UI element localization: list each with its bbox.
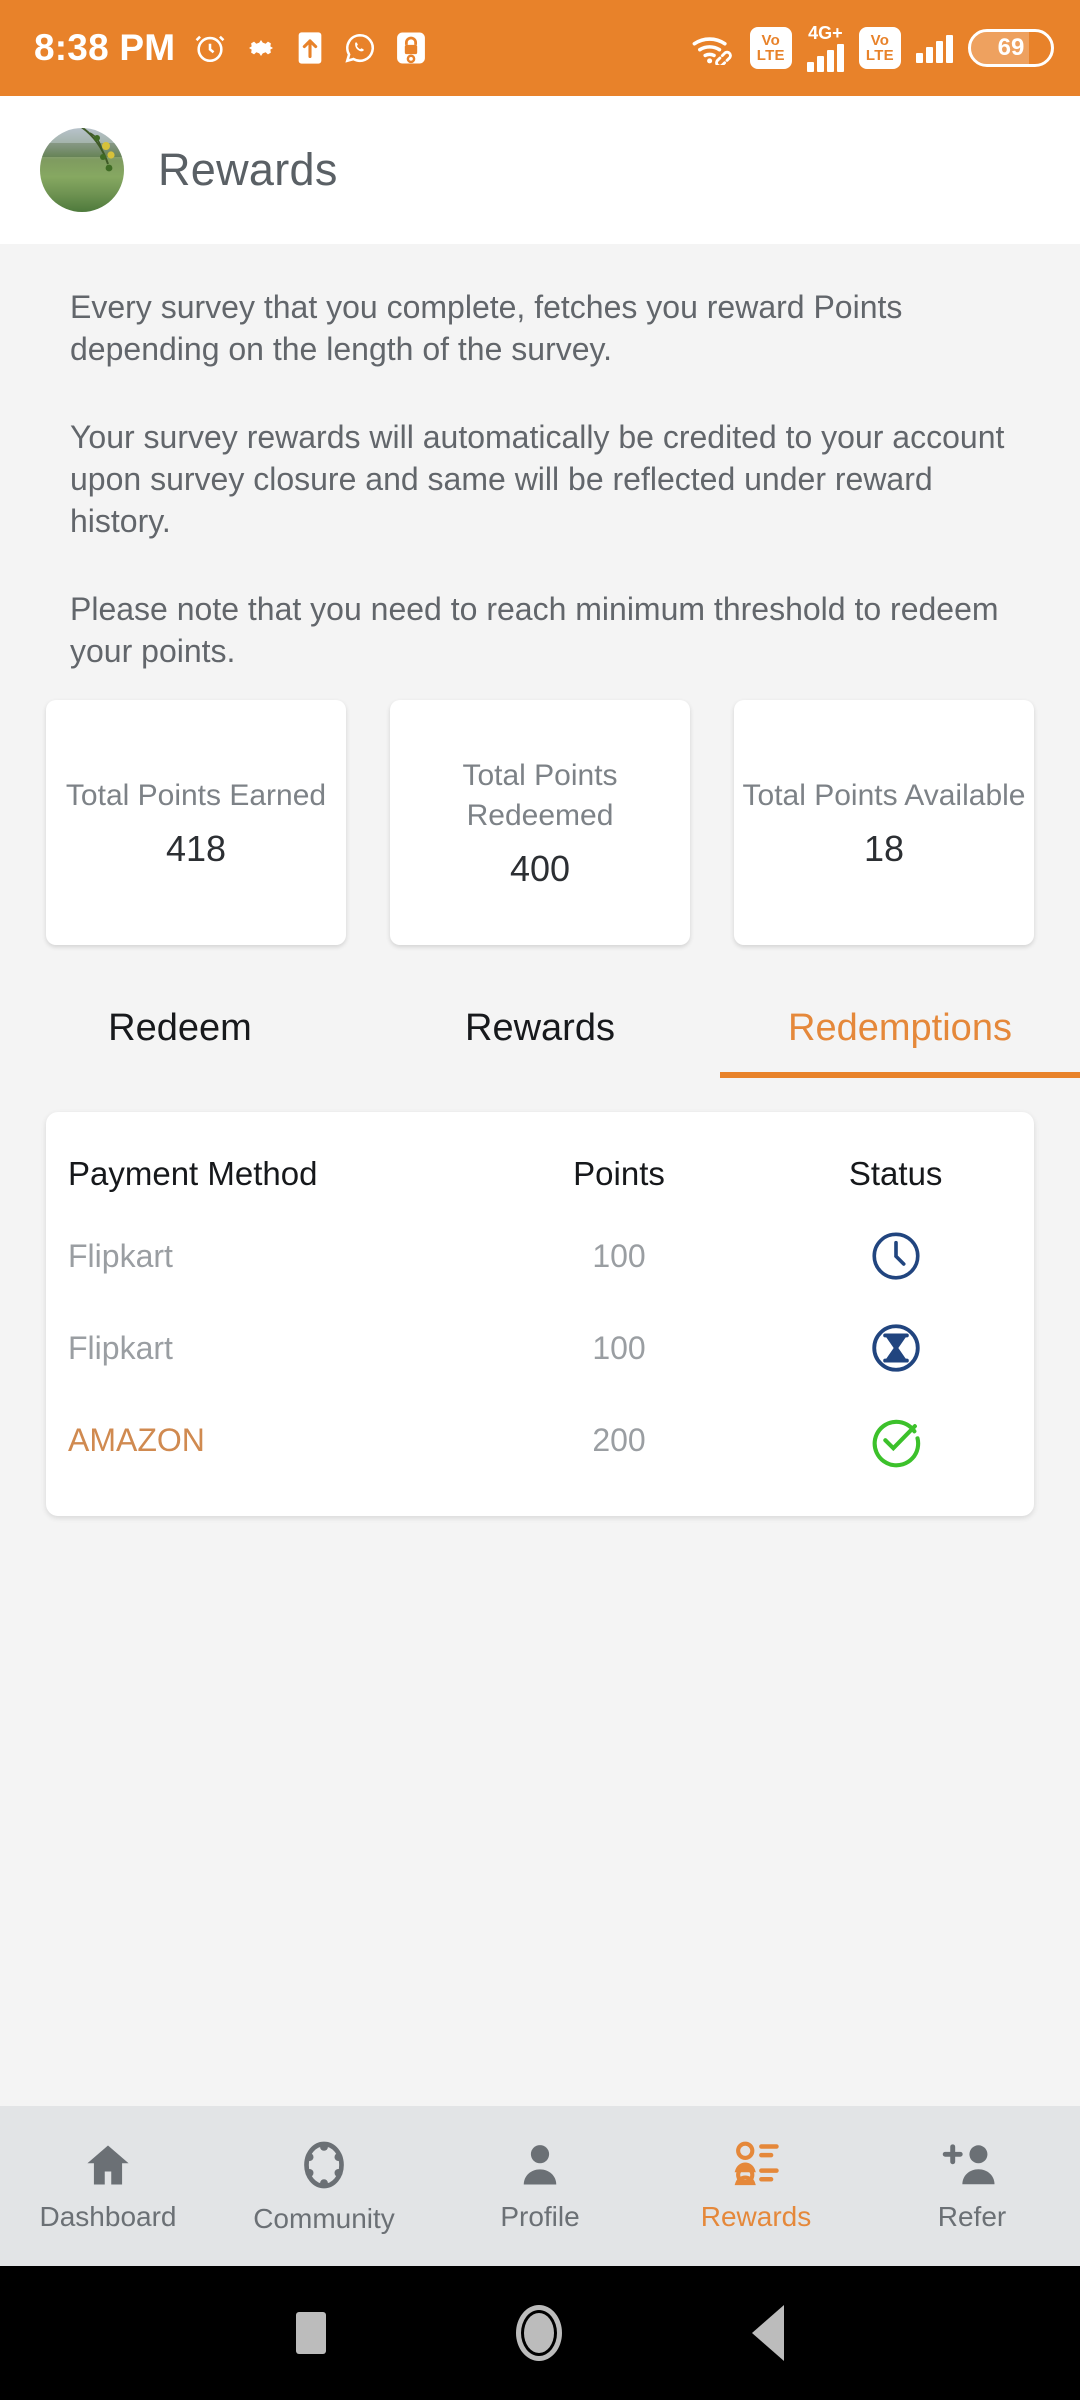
- stat-label: Total Points Available: [742, 778, 1026, 812]
- gear-icon: [245, 32, 277, 64]
- nav-item-dashboard[interactable]: Dashboard: [0, 2139, 216, 2233]
- table-row[interactable]: Flipkart 100: [46, 1302, 1034, 1394]
- volte-badge-1: Vo LTE: [749, 27, 792, 69]
- stats-card-row: Total Points Earned 418 Total Points Red…: [0, 672, 1080, 945]
- community-icon: [304, 2141, 344, 2189]
- whatsapp-icon: [343, 31, 377, 65]
- signal-bars-1: [806, 42, 844, 72]
- upload-icon: [295, 31, 325, 65]
- cell-points: 200: [592, 1421, 646, 1458]
- app-lock-icon: [395, 31, 427, 65]
- person-add-icon: [942, 2144, 995, 2185]
- stat-value: 18: [863, 827, 905, 869]
- alarm-icon: [193, 31, 227, 65]
- status-bar-left: 8:38 PM: [34, 27, 427, 69]
- clock-icon: [757, 1227, 1034, 1285]
- volte-badge-2: Vo LTE: [858, 27, 901, 69]
- hourglass-icon: [757, 1319, 1034, 1377]
- nav-label: Refer: [937, 2201, 1007, 2232]
- stat-value: 400: [509, 847, 571, 889]
- nav-item-rewards[interactable]: Rewards: [648, 2139, 864, 2233]
- home-icon: [87, 2145, 129, 2185]
- stat-card-points-redeemed: Total Points Redeemed 400: [390, 700, 690, 945]
- cell-points: 100: [592, 1329, 646, 1366]
- stat-card-points-available: Total Points Available 18: [734, 700, 1034, 945]
- stat-label: Total Points Earned: [65, 778, 327, 812]
- nav-label: Profile: [500, 2201, 580, 2232]
- app-bar: Rewards: [0, 96, 1080, 244]
- battery-percent-label: 69: [997, 34, 1025, 61]
- nav-label: Community: [253, 2203, 395, 2234]
- stat-card-points-earned: Total Points Earned 418: [46, 700, 346, 945]
- table-row[interactable]: Flipkart 100: [46, 1210, 1034, 1302]
- recents-square-icon[interactable]: [296, 2312, 326, 2354]
- nav-item-community[interactable]: Community: [216, 2137, 432, 2235]
- table-row[interactable]: AMAZON 200: [46, 1394, 1034, 1486]
- wifi-icon: [691, 31, 735, 65]
- column-header-status: Status: [848, 1155, 943, 1192]
- column-header-payment-method: Payment Method: [68, 1155, 318, 1192]
- intro-paragraph-2: Your survey rewards will automatically b…: [70, 419, 1005, 539]
- cell-points: 100: [592, 1237, 646, 1274]
- avatar-branch-detail: [81, 128, 115, 172]
- signal-bars-2: [916, 33, 953, 63]
- stat-label: Total Points Redeemed: [462, 758, 618, 832]
- status-time: 8:38 PM: [34, 27, 176, 68]
- cell-payment-method: Flipkart: [68, 1237, 173, 1274]
- nav-label: Rewards: [700, 2201, 812, 2232]
- tab-redemptions[interactable]: Redemptions: [720, 989, 1080, 1078]
- redemptions-table: Payment Method Points Status Flipkart 10…: [46, 1112, 1034, 1516]
- android-navigation-bar: [0, 2266, 1080, 2400]
- rewards-list-icon: [734, 2141, 779, 2186]
- stat-value: 418: [165, 827, 227, 869]
- page-title: Rewards: [158, 144, 338, 195]
- column-header-points: Points: [573, 1155, 665, 1192]
- main-content: Every survey that you complete, fetches …: [0, 244, 1080, 1516]
- nav-item-profile[interactable]: Profile: [432, 2139, 648, 2233]
- status-bar: 8:38 PM Vo LTE 4G+ Vo LTE 69: [0, 0, 1080, 96]
- status-bar-right: Vo LTE 4G+ Vo LTE 69: [691, 24, 1054, 72]
- tab-redeem[interactable]: Redeem: [0, 989, 360, 1078]
- cell-payment-method: AMAZON: [68, 1421, 205, 1458]
- table-header-row: Payment Method Points Status: [46, 1138, 1034, 1210]
- intro-paragraph-1: Every survey that you complete, fetches …: [70, 289, 903, 367]
- home-circle-icon[interactable]: [516, 2305, 562, 2361]
- back-triangle-icon[interactable]: [752, 2305, 784, 2361]
- avatar[interactable]: [40, 128, 124, 212]
- app-screen: 8:38 PM Vo LTE 4G+ Vo LTE 69 Rewards Eve…: [0, 0, 1080, 2400]
- network-type-4g-icon: 4G+: [806, 23, 844, 72]
- tab-bar: Redeem Rewards Redemptions: [0, 989, 1080, 1078]
- nav-item-refer[interactable]: Refer: [864, 2139, 1080, 2233]
- check-circle-icon: [757, 1411, 1034, 1469]
- bottom-navigation: Dashboard Community Profile Rewards Refe…: [0, 2106, 1080, 2266]
- nav-label: Dashboard: [39, 2201, 177, 2232]
- battery-indicator: 69: [968, 29, 1054, 67]
- tab-rewards[interactable]: Rewards: [360, 989, 720, 1078]
- intro-paragraph-3: Please note that you need to reach minim…: [70, 591, 999, 669]
- cell-payment-method: Flipkart: [68, 1329, 173, 1366]
- network-type-label: 4G+: [808, 23, 843, 43]
- person-icon: [523, 2145, 557, 2185]
- intro-text-block: Every survey that you complete, fetches …: [0, 244, 1080, 672]
